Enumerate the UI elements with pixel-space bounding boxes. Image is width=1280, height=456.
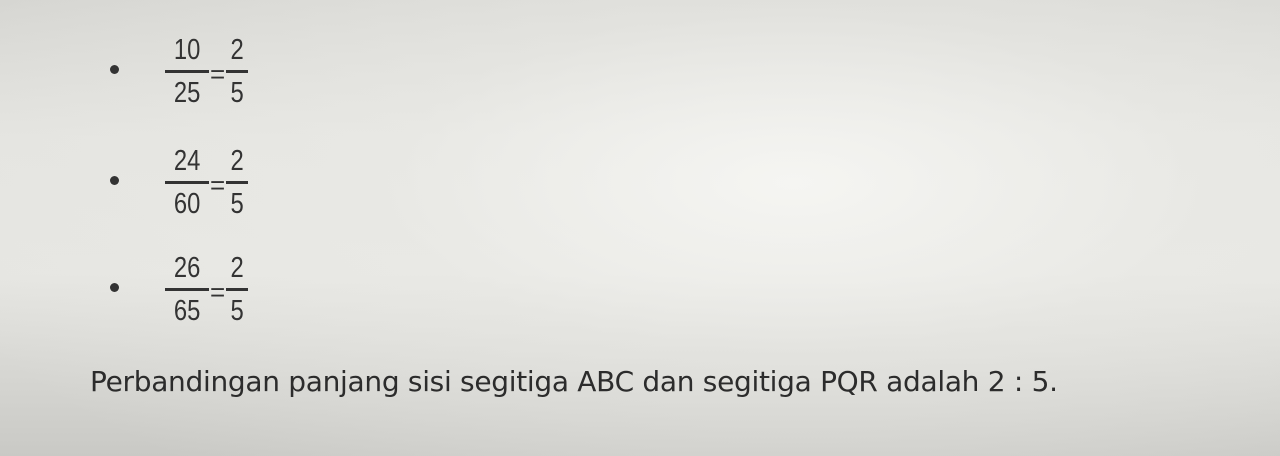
fraction-bar	[165, 181, 209, 184]
fraction-bar	[226, 70, 249, 73]
bullet-icon	[110, 65, 119, 74]
fraction-lhs: 26 65	[165, 254, 209, 326]
bullet-icon	[110, 176, 119, 185]
fraction-bar	[165, 288, 209, 291]
numerator: 10	[173, 34, 201, 66]
fraction-rhs: 2 5	[226, 252, 249, 327]
equals-sign: =	[210, 169, 226, 200]
denominator: 25	[173, 77, 201, 109]
numerator: 2	[230, 145, 244, 177]
fraction-equation: 24 60 = 2 5	[165, 133, 249, 233]
denominator: 60	[173, 188, 201, 220]
denominator: 5	[230, 295, 244, 327]
fraction-lhs: 10 25	[165, 36, 209, 108]
fraction-bar	[226, 181, 249, 184]
list-item: 26 65 = 2 5	[0, 240, 500, 340]
equals-sign: =	[210, 276, 226, 307]
fraction-bar	[226, 288, 249, 291]
fraction-list: 10 25 = 2 5 24 60 = 2 5 26 65 = 2 5	[0, 0, 600, 340]
fraction-equation: 10 25 = 2 5	[165, 22, 249, 122]
numerator: 2	[230, 252, 244, 284]
numerator: 26	[173, 252, 201, 284]
numerator: 24	[173, 145, 201, 177]
denominator: 65	[173, 295, 201, 327]
bullet-icon	[110, 283, 119, 292]
equals-sign: =	[210, 58, 226, 89]
document-page: 10 25 = 2 5 24 60 = 2 5 26 65 = 2 5 Perb…	[0, 0, 1280, 456]
list-item: 10 25 = 2 5	[0, 22, 500, 122]
conclusion-text: Perbandingan panjang sisi segitiga ABC d…	[90, 365, 1058, 398]
fraction-rhs: 2 5	[226, 34, 249, 109]
numerator: 2	[230, 34, 244, 66]
fraction-lhs: 24 60	[165, 147, 209, 219]
denominator: 5	[230, 188, 244, 220]
fraction-rhs: 2 5	[226, 145, 249, 220]
fraction-equation: 26 65 = 2 5	[165, 240, 249, 340]
denominator: 5	[230, 77, 244, 109]
fraction-bar	[165, 70, 209, 73]
list-item: 24 60 = 2 5	[0, 133, 500, 233]
